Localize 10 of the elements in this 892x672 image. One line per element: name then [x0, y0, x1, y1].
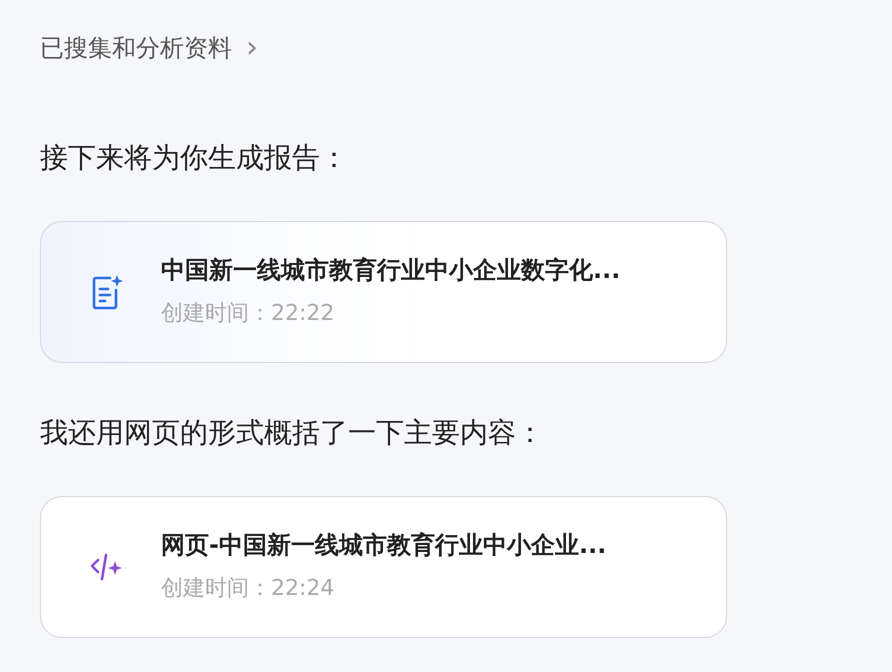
message-text: 接下来将为你生成报告：	[40, 140, 349, 176]
collapse-toggle[interactable]: 已搜集和分析资料 ›	[40, 28, 258, 68]
created-time: 创建时间：22:22	[161, 300, 336, 328]
file-card[interactable]: 中国新一线城市教育行业中小企业数字化... 创建时间：22:22	[40, 221, 727, 363]
file-title: 网页-中国新一线城市教育行业中小企业...	[161, 530, 606, 561]
file-card[interactable]: 网页-中国新一线城市教育行业中小企业... 创建时间：22:24	[40, 496, 727, 638]
file-title: 中国新一线城市教育行业中小企业数字化...	[161, 255, 620, 286]
created-time: 创建时间：22:24	[161, 575, 336, 603]
document-sparkle-icon	[90, 274, 124, 310]
message-text: 我还用网页的形式概括了一下主要内容：	[40, 415, 545, 451]
